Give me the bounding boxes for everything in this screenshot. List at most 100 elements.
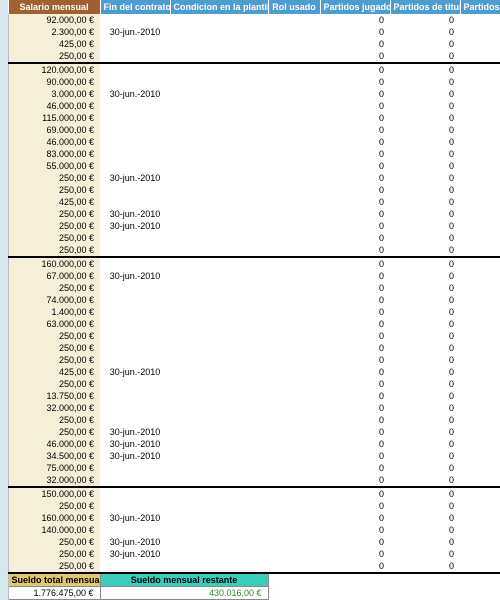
table-row[interactable]: 160.000,00 €30-jun.-201000 (0, 512, 500, 524)
cell-condition (170, 172, 268, 184)
cell-starter: 0 (390, 148, 460, 160)
cell-sub (460, 426, 500, 438)
table-row[interactable]: 250,00 €00 (0, 354, 500, 366)
table-row[interactable]: 425,00 €00 (0, 196, 500, 208)
cell-contract (100, 524, 170, 536)
table-row[interactable]: 425,00 €30-jun.-201000 (0, 366, 500, 378)
table-row[interactable]: 250,00 €30-jun.-201000 (0, 172, 500, 184)
cell-role (268, 112, 320, 124)
cell-sub (460, 26, 500, 38)
col-role[interactable]: Rol usado (268, 0, 320, 14)
table-row[interactable]: 90.000,00 €00 (0, 76, 500, 88)
cell-played: 0 (320, 232, 390, 244)
table-row[interactable]: 250,00 €30-jun.-201000 (0, 426, 500, 438)
table-row[interactable]: 83.000,00 €00 (0, 148, 500, 160)
cell-played: 0 (320, 402, 390, 414)
table-row[interactable]: 32.000,00 €00 (0, 402, 500, 414)
cell-sub (460, 196, 500, 208)
table-row[interactable]: 250,00 €00 (0, 184, 500, 196)
col-condition[interactable]: Condicion en la plantilla (170, 0, 268, 14)
table-row[interactable]: 250,00 €00 (0, 414, 500, 426)
table-row[interactable]: 2.300,00 €30-jun.-201000 (0, 26, 500, 38)
cell-starter: 0 (390, 560, 460, 573)
table-row[interactable]: 46.000,00 €30-jun.-201000 (0, 438, 500, 450)
cell-contract (100, 390, 170, 402)
cell-contract (100, 196, 170, 208)
cell-contract (100, 38, 170, 50)
col-played[interactable]: Partidos jugados (320, 0, 390, 14)
cell-sub (460, 342, 500, 354)
table-row[interactable]: 425,00 €00 (0, 38, 500, 50)
table-row[interactable]: 69.000,00 €00 (0, 124, 500, 136)
cell-contract (100, 500, 170, 512)
col-sub[interactable]: Partidos en (460, 0, 500, 14)
cell-sub (460, 112, 500, 124)
cell-condition (170, 487, 268, 500)
cell-salary: 250,00 € (8, 548, 100, 560)
table-row[interactable]: 160.000,00 €00 (0, 257, 500, 270)
table-row[interactable]: 32.000,00 €00 (0, 474, 500, 487)
table-row[interactable]: 3.000,00 €30-jun.-201000 (0, 88, 500, 100)
table-row[interactable]: 250,00 €00 (0, 244, 500, 257)
cell-contract (100, 282, 170, 294)
table-row[interactable]: 250,00 €00 (0, 50, 500, 63)
col-starter[interactable]: Partidos de titular (390, 0, 460, 14)
table-row[interactable]: 250,00 €00 (0, 500, 500, 512)
table-row[interactable]: 63.000,00 €00 (0, 318, 500, 330)
cell-condition (170, 160, 268, 172)
table-row[interactable]: 92.000,00 €00 (0, 14, 500, 26)
table-row[interactable]: 1.400,00 €00 (0, 306, 500, 318)
cell-role (268, 560, 320, 573)
cell-starter: 0 (390, 294, 460, 306)
cell-starter: 0 (390, 232, 460, 244)
cell-salary: 250,00 € (8, 172, 100, 184)
col-salary[interactable]: Salario mensual (8, 0, 100, 14)
table-row[interactable]: 250,00 €30-jun.-201000 (0, 220, 500, 232)
cell-salary: 160.000,00 € (8, 257, 100, 270)
cell-starter: 0 (390, 462, 460, 474)
cell-condition (170, 220, 268, 232)
cell-starter: 0 (390, 14, 460, 26)
table-row[interactable]: 13.750,00 €00 (0, 390, 500, 402)
cell-role (268, 196, 320, 208)
cell-played: 0 (320, 208, 390, 220)
table-row[interactable]: 250,00 €30-jun.-201000 (0, 536, 500, 548)
table-row[interactable]: 46.000,00 €00 (0, 100, 500, 112)
table-row[interactable]: 74.000,00 €00 (0, 294, 500, 306)
cell-condition (170, 184, 268, 196)
table-row[interactable]: 140.000,00 €00 (0, 524, 500, 536)
table-row[interactable]: 75.000,00 €00 (0, 462, 500, 474)
table-row[interactable]: 250,00 €00 (0, 232, 500, 244)
cell-role (268, 354, 320, 366)
col-contract[interactable]: Fin del contrato (100, 0, 170, 14)
cell-salary: 250,00 € (8, 354, 100, 366)
cell-played: 0 (320, 450, 390, 462)
cell-role (268, 426, 320, 438)
cell-condition (170, 462, 268, 474)
cell-sub (460, 524, 500, 536)
cell-contract: 30-jun.-2010 (100, 512, 170, 524)
table-row[interactable]: 46.000,00 €00 (0, 136, 500, 148)
table-row[interactable]: 150.000,00 €00 (0, 487, 500, 500)
table-row[interactable]: 67.000,00 €30-jun.-201000 (0, 270, 500, 282)
table-row[interactable]: 34.500,00 €30-jun.-201000 (0, 450, 500, 462)
cell-salary: 34.500,00 € (8, 450, 100, 462)
table-row[interactable]: 250,00 €00 (0, 330, 500, 342)
table-row[interactable]: 250,00 €00 (0, 342, 500, 354)
cell-condition (170, 500, 268, 512)
table-row[interactable]: 120.000,00 €00 (0, 63, 500, 76)
cell-condition (170, 63, 268, 76)
table-row[interactable]: 250,00 €30-jun.-201000 (0, 548, 500, 560)
table-row[interactable]: 250,00 €30-jun.-201000 (0, 208, 500, 220)
table-row[interactable]: 250,00 €00 (0, 378, 500, 390)
cell-sub (460, 500, 500, 512)
cell-played: 0 (320, 270, 390, 282)
table-row[interactable]: 250,00 €00 (0, 560, 500, 573)
cell-role (268, 50, 320, 63)
cell-starter: 0 (390, 172, 460, 184)
table-row[interactable]: 115.000,00 €00 (0, 112, 500, 124)
table-row[interactable]: 55.000,00 €00 (0, 160, 500, 172)
cell-role (268, 124, 320, 136)
cell-starter: 0 (390, 354, 460, 366)
table-row[interactable]: 250,00 €00 (0, 282, 500, 294)
